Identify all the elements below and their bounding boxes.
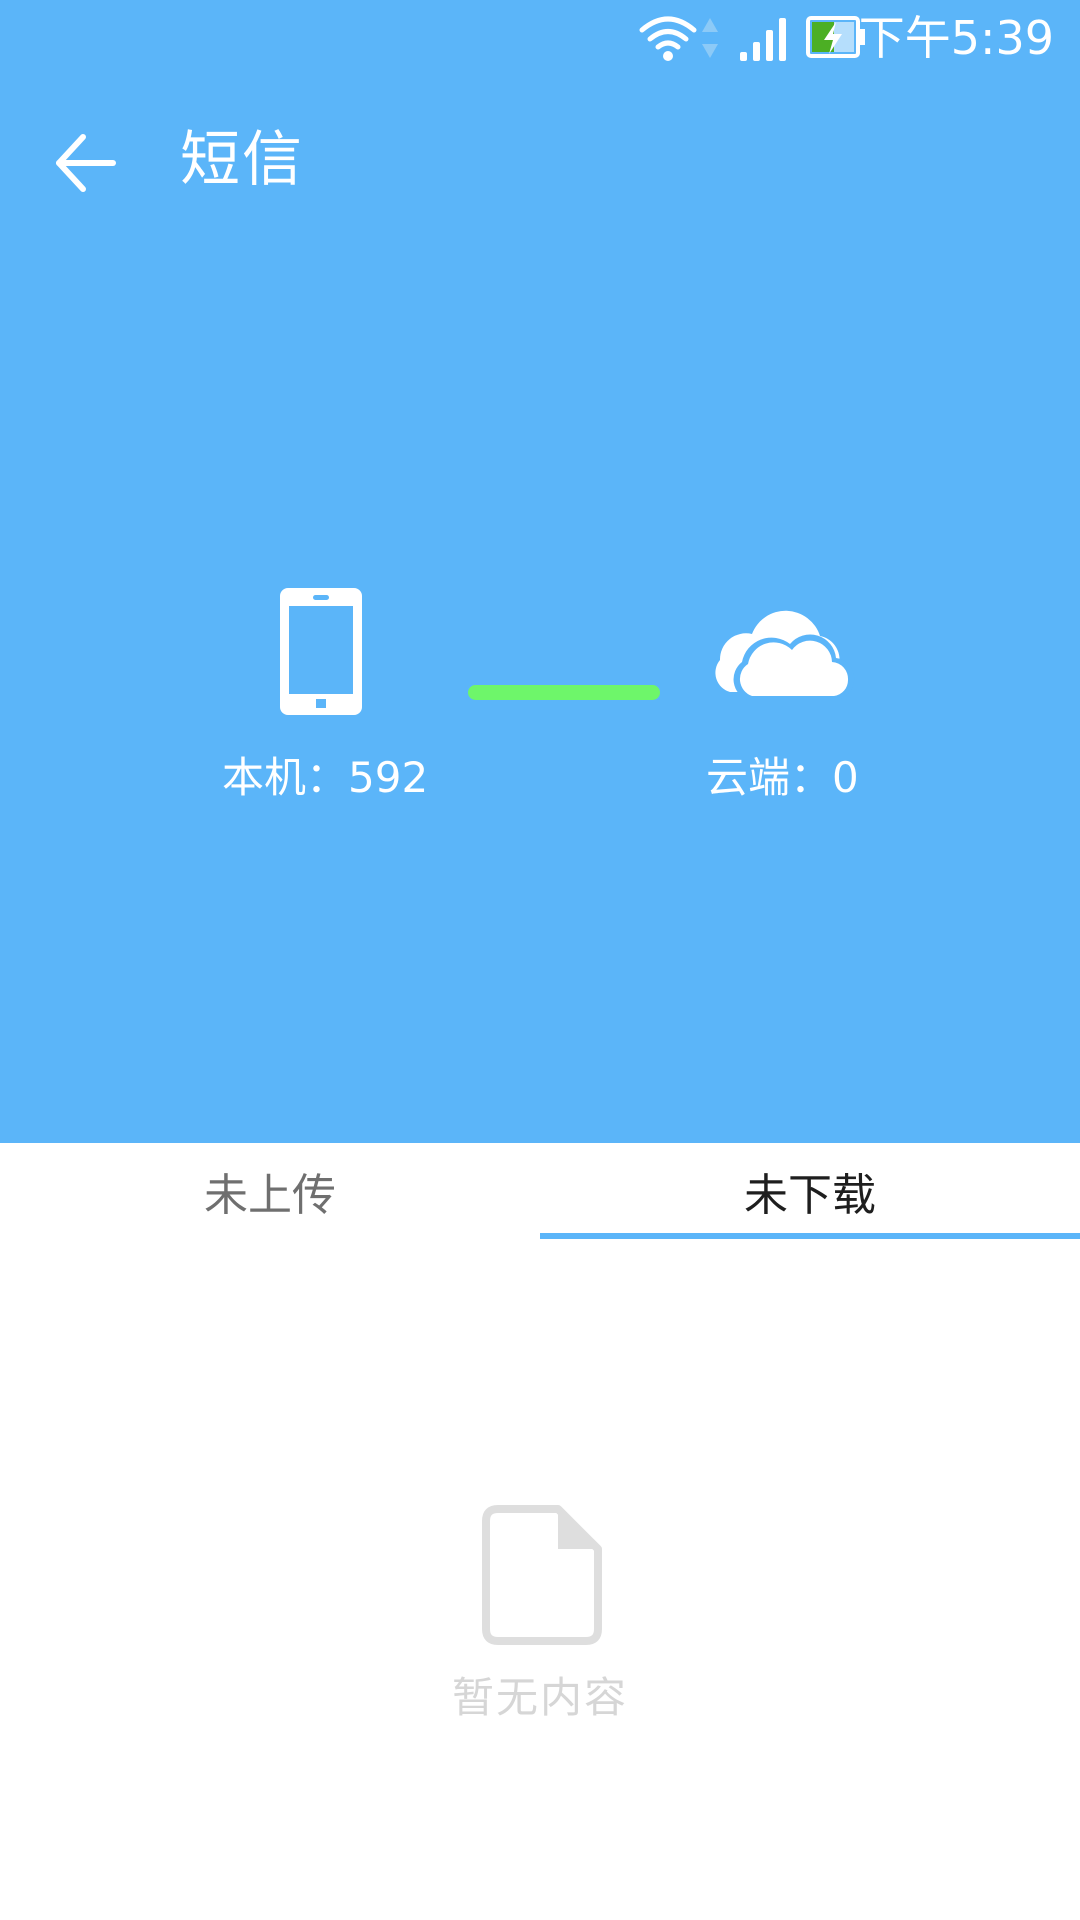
wifi-icon (639, 16, 697, 61)
local-count-label: 本机：592 (222, 753, 429, 802)
phone-icon (280, 588, 362, 715)
cloud-icon (715, 610, 855, 700)
sync-connector (468, 685, 660, 700)
page-title: 短信 (180, 125, 304, 195)
tab-not-downloaded[interactable]: 未下载 (540, 1143, 1080, 1239)
empty-state-text: 暂无内容 (451, 1673, 628, 1722)
status-bar: 下午5:39 (0, 0, 1080, 75)
tab-not-uploaded[interactable]: 未上传 (0, 1143, 540, 1239)
status-time: 下午5:39 (858, 11, 1054, 65)
arrow-left-icon (56, 134, 116, 192)
data-arrows-icon (702, 18, 718, 58)
header-panel: 下午5:39 短信 本机：592 云端：0 (0, 0, 1080, 1143)
tab-indicator (540, 1233, 1080, 1239)
tab-bar: 未上传 未下载 (0, 1143, 1080, 1239)
back-button[interactable] (40, 118, 130, 208)
document-icon (482, 1505, 602, 1645)
signal-icon (740, 18, 786, 61)
cloud-count-label: 云端：0 (706, 753, 859, 802)
